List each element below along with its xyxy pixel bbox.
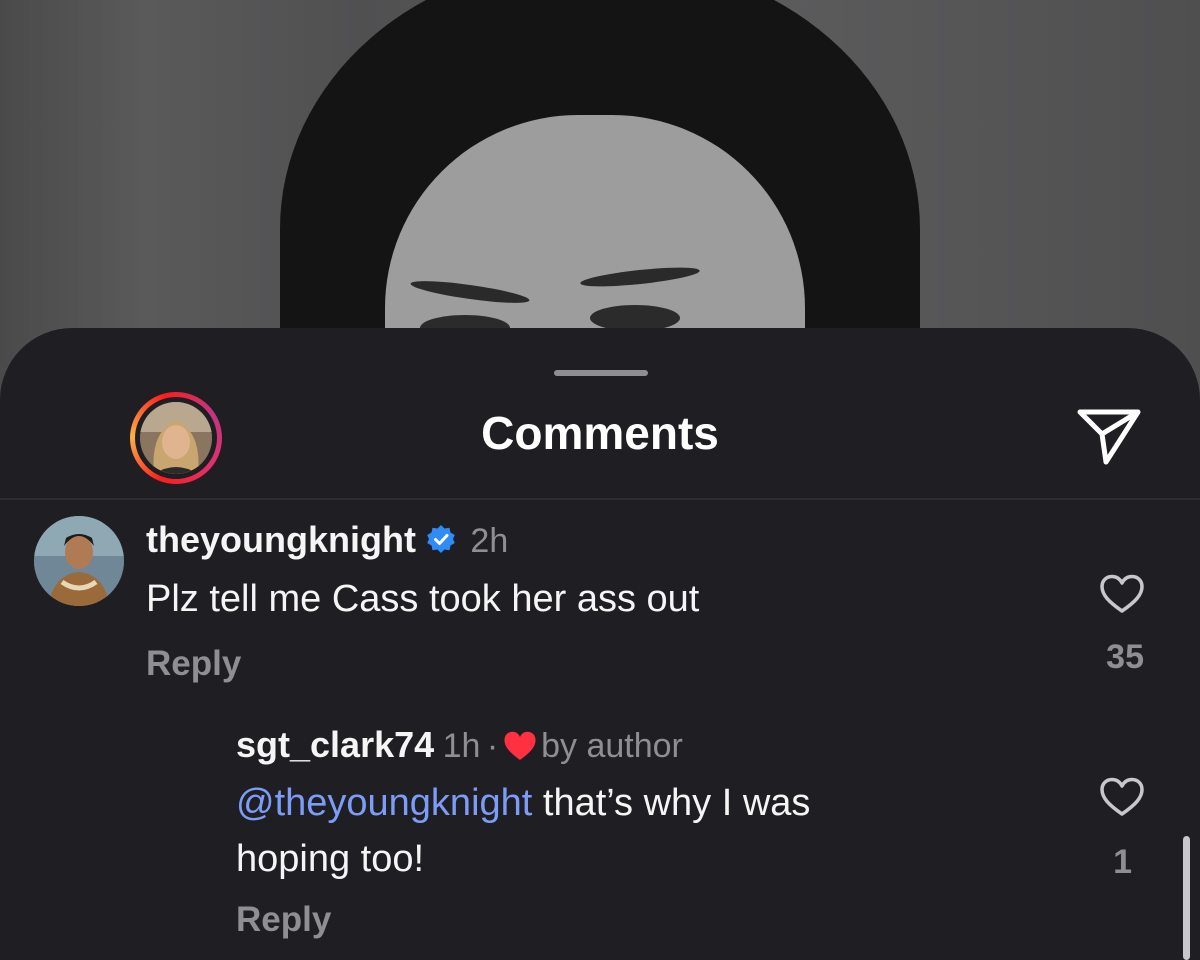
header-divider — [0, 498, 1200, 500]
comment-2-username[interactable]: sgt_clark74 — [236, 724, 434, 765]
comment-2-header: sgt_clark74 1h · by author — [236, 724, 683, 766]
avatar-ring-gap — [135, 397, 217, 479]
avatar-sgt_clark74-story-ring[interactable] — [130, 392, 222, 484]
comment-1-reply-button[interactable]: Reply — [146, 644, 241, 684]
comment-1-text: Plz tell me Cass took her ass out — [146, 578, 700, 620]
drag-handle[interactable] — [554, 370, 648, 376]
comment-1-header: theyoungknight 2h — [146, 519, 508, 561]
comment-2-time: 1h — [442, 727, 481, 765]
comment-1-time: 2h — [470, 522, 509, 560]
mention-link[interactable]: @theyoungknight — [236, 782, 532, 824]
liked-by-author-label: by author — [541, 727, 683, 765]
comment-2-text-line-2: hoping too! — [236, 838, 425, 880]
verified-badge-icon — [427, 525, 455, 553]
scrollbar[interactable] — [1183, 836, 1190, 960]
comment-2-like-count: 1 — [1113, 843, 1132, 881]
comment-2-like-heart-icon[interactable] — [1099, 776, 1145, 818]
comment-1-username[interactable]: theyoungknight — [146, 519, 416, 560]
comment-2-text-line-1: @theyoungknight that’s why I was — [236, 782, 810, 825]
liked-by-author-heart-icon — [504, 731, 536, 760]
comment-1-like-count: 35 — [1106, 638, 1144, 676]
comment-2-reply-button[interactable]: Reply — [236, 900, 331, 940]
comment-1-like-heart-icon[interactable] — [1099, 573, 1145, 615]
comment-2-text-part: that’s why I was — [532, 782, 811, 824]
meta-separator: · — [486, 727, 499, 765]
avatar-sgt_clark74 — [140, 402, 212, 474]
avatar-theyoungknight[interactable] — [34, 516, 124, 606]
send-icon[interactable] — [1076, 406, 1142, 468]
